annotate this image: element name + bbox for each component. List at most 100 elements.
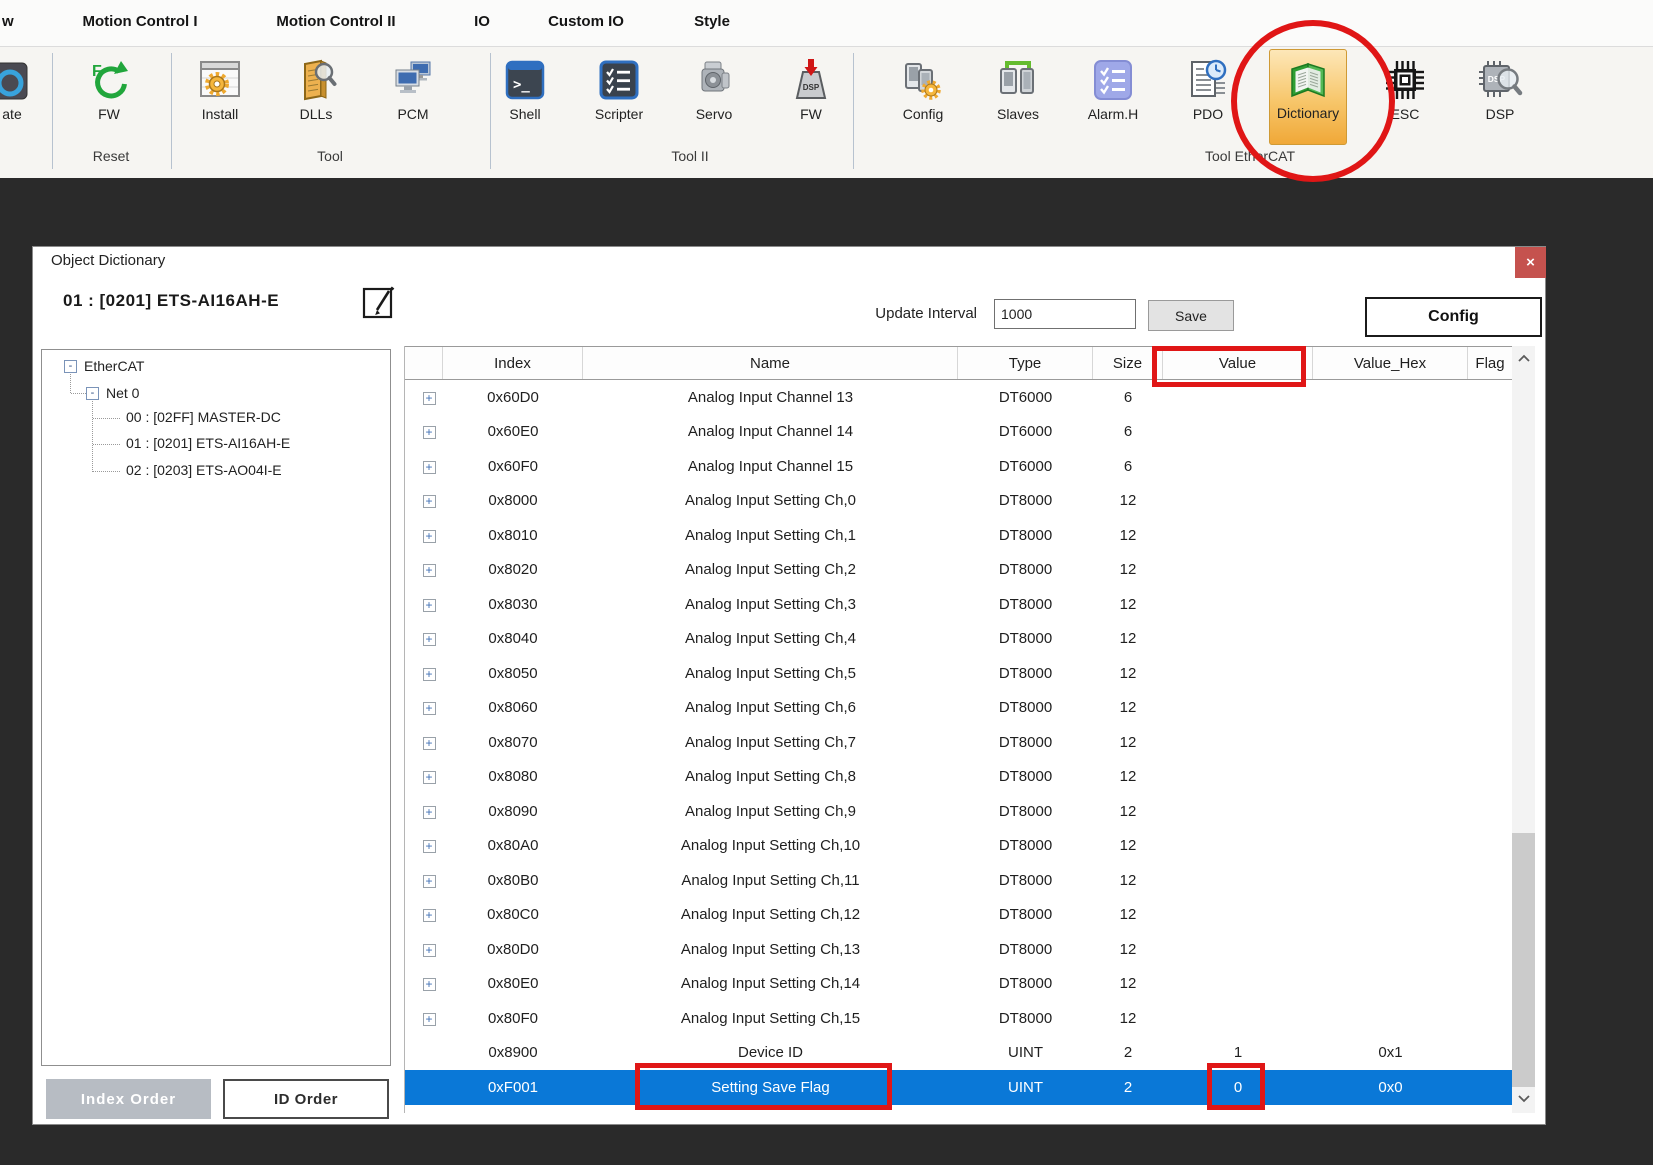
ribbon-group-separator [52, 53, 53, 169]
id-order-button[interactable]: ID Order [223, 1079, 389, 1119]
cell-type: UINT [1008, 1078, 1043, 1096]
fw-dsp-button[interactable]: DSP FW [766, 51, 856, 135]
header-flag[interactable]: Flag [1468, 347, 1513, 379]
expand-plus-icon[interactable]: + [422, 943, 436, 957]
expand-plus-icon[interactable]: + [422, 978, 436, 992]
expand-plus-icon[interactable]: + [422, 736, 436, 750]
alarm-button[interactable]: Alarm.H [1068, 51, 1158, 135]
ribbon: ate F FW Reset Install DLLs PCM Tool >_ Shell Scri… [0, 47, 1653, 178]
tree-item-net0[interactable]: Net 0 [106, 385, 139, 401]
table-row[interactable]: +0x8040 Analog Input Setting Ch,4 DT8000 12 [405, 622, 1535, 657]
pcm-button[interactable]: PCM [368, 51, 458, 135]
header-value-hex[interactable]: Value_Hex [1313, 347, 1468, 379]
servo-button[interactable]: Servo [669, 51, 759, 135]
expand-plus-icon[interactable]: + [422, 909, 436, 923]
fw-reset-button[interactable]: F FW [64, 51, 154, 135]
scrollbar-down-button[interactable] [1512, 1087, 1535, 1113]
table-scrollbar[interactable] [1512, 346, 1535, 1113]
shell-button[interactable]: >_ Shell [480, 51, 570, 135]
expand-plus-icon[interactable]: + [422, 702, 436, 716]
table-row[interactable]: +0x8080 Analog Input Setting Ch,8 DT8000 12 [405, 760, 1535, 795]
expand-plus-icon[interactable]: + [422, 633, 436, 647]
expand-plus-icon[interactable]: + [422, 529, 436, 543]
cell-type: DT8000 [998, 630, 1053, 648]
update-interval-input[interactable] [994, 299, 1136, 329]
expand-plus-icon[interactable]: + [422, 1012, 436, 1026]
dsp-button[interactable]: DSP DSP [1455, 51, 1545, 135]
expand-cell: + [405, 872, 443, 889]
ribbon-button-label: FW [98, 106, 120, 122]
table-row[interactable]: +0x60F0 Analog Input Channel 15 DT6000 6 [405, 449, 1535, 484]
expand-plus-icon[interactable]: + [422, 667, 436, 681]
scrollbar-thumb[interactable] [1512, 833, 1535, 1087]
tab-motion-control-i[interactable]: Motion Control I [83, 13, 198, 30]
tree-collapse-icon[interactable]: - [64, 360, 77, 373]
tab-style[interactable]: Style [694, 13, 730, 30]
table-row[interactable]: +0x80E0 Analog Input Setting Ch,14 DT8000 1… [405, 967, 1535, 1002]
table-row[interactable]: +0x80A0 Analog Input Setting Ch,10 DT8000 1… [405, 829, 1535, 864]
scripter-button[interactable]: Scripter [574, 51, 664, 135]
tree-item-01[interactable]: 01 : [0201] ETS-AI16AH-E [126, 435, 290, 451]
expand-plus-icon[interactable]: + [422, 426, 436, 440]
save-button[interactable]: Save [1148, 300, 1234, 331]
header-index[interactable]: Index [443, 347, 583, 379]
cell-type: DT8000 [998, 837, 1053, 855]
tab-motion-control-ii[interactable]: Motion Control II [276, 13, 395, 30]
table-row[interactable]: 0xF001 Setting Save Flag UINT 2 0 0x0 [405, 1070, 1535, 1105]
table-row[interactable]: +0x80F0 Analog Input Setting Ch,15 DT8000 1… [405, 1001, 1535, 1036]
table-row[interactable]: +0x8000 Analog Input Setting Ch,0 DT8000 12 [405, 484, 1535, 519]
tab-custom-io[interactable]: Custom IO [548, 13, 624, 30]
config-button[interactable]: Config [1365, 297, 1542, 337]
expand-plus-icon[interactable]: + [422, 771, 436, 785]
expand-plus-icon[interactable]: + [422, 805, 436, 819]
table-row[interactable]: +0x8030 Analog Input Setting Ch,3 DT8000 12 [405, 587, 1535, 622]
expand-plus-icon[interactable]: + [422, 564, 436, 578]
table-row[interactable]: +0x8070 Analog Input Setting Ch,7 DT8000 12 [405, 725, 1535, 760]
cell-size: 12 [1119, 1009, 1137, 1027]
tab-io[interactable]: IO [474, 13, 490, 30]
edit-button[interactable] [346, 285, 409, 326]
cell-index: 0x8020 [488, 561, 538, 579]
table-row[interactable]: +0x8060 Analog Input Setting Ch,6 DT8000 12 [405, 691, 1535, 726]
slaves-button[interactable]: Slaves [973, 51, 1063, 135]
expand-plus-icon[interactable]: + [422, 460, 436, 474]
index-order-button[interactable]: Index Order [46, 1079, 211, 1119]
tree-item-02[interactable]: 02 : [0203] ETS-AO04I-E [126, 462, 282, 478]
cell-size: 12 [1119, 664, 1137, 682]
scrollbar-up-button[interactable] [1512, 346, 1535, 372]
tab-partial[interactable]: w [2, 13, 14, 30]
expand-plus-icon[interactable]: + [422, 840, 436, 854]
object-table: Index Name Type Size Value Value_Hex Fla… [404, 346, 1535, 1113]
expand-plus-icon[interactable]: + [422, 495, 436, 509]
cell-name: Analog Input Setting Ch,13 [680, 940, 861, 958]
table-row[interactable]: +0x8090 Analog Input Setting Ch,9 DT8000 12 [405, 794, 1535, 829]
table-row[interactable]: +0x60E0 Analog Input Channel 14 DT6000 6 [405, 415, 1535, 450]
expand-plus-icon[interactable]: + [422, 391, 436, 405]
cell-value: 1 [1233, 1044, 1243, 1062]
config-button[interactable]: Config [878, 51, 968, 135]
object-dictionary-dialog: Object Dictionary × 01 : [0201] ETS-AI16… [32, 246, 1546, 1125]
table-row[interactable]: +0x8020 Analog Input Setting Ch,2 DT8000 12 [405, 553, 1535, 588]
table-row[interactable]: 0x8900 Device ID UINT 2 1 0x1 [405, 1036, 1535, 1071]
dlls-button[interactable]: DLLs [271, 51, 361, 135]
cell-name: Analog Input Setting Ch,5 [685, 664, 856, 682]
header-name[interactable]: Name [583, 347, 958, 379]
table-row[interactable]: +0x8010 Analog Input Setting Ch,1 DT8000 12 [405, 518, 1535, 553]
table-row[interactable]: +0x8050 Analog Input Setting Ch,5 DT8000 12 [405, 656, 1535, 691]
table-row[interactable]: +0x80D0 Analog Input Setting Ch,13 DT8000 1… [405, 932, 1535, 967]
edit-pencil-icon [350, 285, 406, 327]
update-button[interactable]: ate [0, 51, 57, 135]
table-row[interactable]: +0x80C0 Analog Input Setting Ch,12 DT8000 1… [405, 898, 1535, 933]
tree-collapse-icon[interactable]: - [86, 387, 99, 400]
table-row[interactable]: +0x60D0 Analog Input Channel 13 DT6000 6 [405, 380, 1535, 415]
expand-plus-icon[interactable]: + [422, 598, 436, 612]
expand-plus-icon[interactable]: + [422, 874, 436, 888]
header-type[interactable]: Type [958, 347, 1093, 379]
cell-name: Analog Input Setting Ch,2 [685, 561, 856, 579]
close-button[interactable]: × [1515, 247, 1546, 278]
table-row[interactable]: +0x80B0 Analog Input Setting Ch,11 DT8000 1… [405, 863, 1535, 898]
tree-item-00[interactable]: 00 : [02FF] MASTER-DC [126, 409, 281, 425]
install-button[interactable]: Install [175, 51, 265, 135]
tree-item-ethercat[interactable]: EtherCAT [84, 358, 144, 374]
cell-index: 0x8060 [488, 699, 538, 717]
